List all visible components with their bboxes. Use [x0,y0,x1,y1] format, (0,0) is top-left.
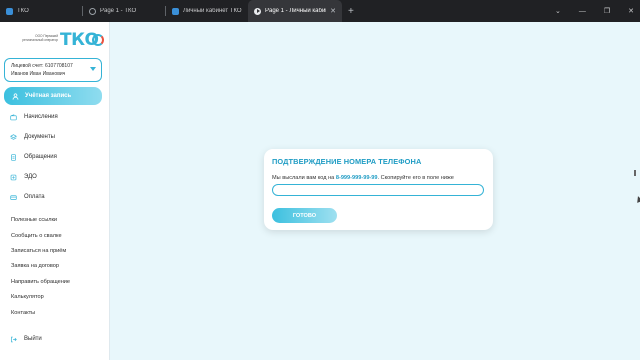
restore-icon[interactable]: ❐ [604,7,610,15]
close-tab-icon[interactable]: ✕ [330,7,336,15]
tab-title: Личный кабинет ТКО [183,8,242,14]
sidebar-item-label: Оплата [24,194,45,200]
scroll-arrow-icon[interactable] [634,170,637,176]
mouse-cursor-icon [635,195,640,203]
phone-confirmation-dialog: ПОДТВЕРЖДЕНИЕ НОМЕРА ТЕЛЕФОНА Мы выслали… [264,149,493,230]
tab-tko[interactable]: ТКО [0,0,82,22]
sidebar-item-label: Обращения [24,154,57,160]
tab-page1-cabinet[interactable]: Page 1 - Личный кабинет ТКО ✕ [248,0,342,22]
sidebar: ООО Пермский региональный оператор ТКО Л… [0,22,110,360]
window-controls: ⌄ — ❐ ✕ [555,0,634,22]
link-calculator[interactable]: Калькулятор [11,294,44,300]
tab-cabinet[interactable]: Личный кабинет ТКО [166,0,248,22]
sidebar-item-edo[interactable]: ЭДО [4,170,102,184]
new-tab-button[interactable]: + [348,6,354,17]
layers-icon [10,133,17,141]
logout-icon [10,336,17,343]
dialog-message: Мы выслали вам код на 8-999-999-99-99. С… [272,175,485,181]
account-selector[interactable]: Лицевой счет: 6107708107 Иванов Иван Ива… [4,58,102,82]
globe-icon [89,7,96,15]
browser-tab-strip: ТКО Page 1 - ТКО Личный кабинет ТКО Page… [0,0,640,22]
sidebar-item-label: Начисления [24,114,58,120]
wallet-icon [10,113,17,121]
sidebar-item-label: Документы [24,134,55,140]
close-window-icon[interactable]: ✕ [628,7,634,15]
document-icon [10,153,17,161]
logout-label: Выйти [24,336,42,342]
logo-ring-icon [92,34,104,46]
sidebar-item-charges[interactable]: Начисления [4,110,102,124]
link-book-appointment[interactable]: Записаться на приём [11,248,66,254]
logo[interactable]: ООО Пермский региональный оператор ТКО [18,30,104,52]
play-icon [254,7,261,15]
link-report-dump[interactable]: Сообщить о свалке [11,233,62,239]
chevron-down-icon [90,67,96,71]
user-icon [12,92,19,100]
phone-number: 8-999-999-99-99 [335,175,378,181]
sidebar-item-account[interactable]: Учётная запись [4,87,102,105]
sidebar-item-label: Учётная запись [25,93,72,99]
tab-title: ТКО [17,8,29,14]
site-favicon-icon [6,7,13,15]
edo-icon [10,174,17,181]
tab-title: Page 1 - Личный кабинет ТКО [265,8,326,14]
tab-page1-tko[interactable]: Page 1 - ТКО [83,0,165,22]
account-owner-name: Иванов Иван Иванович [11,71,66,77]
account-number: Лицевой счет: 6107708107 [11,63,73,69]
done-button[interactable]: ГОТОВО [272,208,337,223]
site-favicon-icon [172,7,179,15]
link-send-request[interactable]: Направить обращение [11,279,70,285]
tab-search-icon[interactable]: ⌄ [555,7,561,15]
link-useful-links[interactable]: Полезные ссылки [11,217,57,223]
minimize-icon[interactable]: — [579,8,586,15]
sidebar-item-payment[interactable]: Оплата [4,190,102,204]
logo-caption: ООО Пермский региональный оператор [22,34,58,42]
message-prefix: Мы выслали вам код на [272,175,336,181]
confirmation-code-input[interactable] [272,183,484,196]
sidebar-item-label: ЭДО [24,174,37,180]
sidebar-item-documents[interactable]: Документы [4,130,102,144]
logout-button[interactable]: Выйти [4,332,102,346]
tab-title: Page 1 - ТКО [100,8,137,14]
message-suffix: . Скопируйте его в поле ниже [377,175,454,181]
sidebar-item-requests[interactable]: Обращения [4,150,102,164]
link-contacts[interactable]: Контакты [11,310,35,316]
card-icon [10,194,17,201]
dialog-title: ПОДТВЕРЖДЕНИЕ НОМЕРА ТЕЛЕФОНА [272,157,422,166]
link-contract-request[interactable]: Заявка на договор [11,263,59,269]
